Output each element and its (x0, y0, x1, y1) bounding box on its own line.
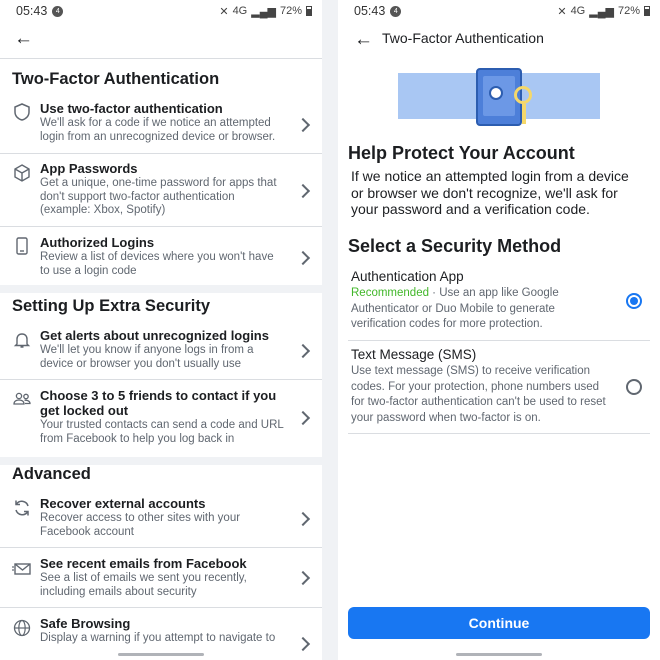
shield-icon (14, 103, 30, 121)
safe-dial (489, 86, 503, 100)
item-desc: We'll ask for a code if we notice an att… (40, 117, 276, 143)
item-title: Recover external accounts (40, 496, 206, 511)
item-desc: Recover access to other sites with your … (40, 512, 241, 538)
item-desc: We'll let you know if anyone logs in fro… (40, 344, 254, 370)
item-title: App Passwords (40, 161, 138, 176)
status-time: 05:43 (16, 4, 48, 18)
key-stem (522, 104, 526, 124)
key-icon (514, 86, 532, 104)
item-title: Authorized Logins (40, 235, 155, 250)
chevron-right-icon (295, 343, 311, 359)
mute-icon: ✕ (219, 5, 229, 18)
continue-button[interactable]: Continue (348, 607, 650, 639)
item-recover-external-accounts[interactable]: Recover external accounts Recover access… (0, 490, 322, 548)
option-text-message[interactable]: Text Message (SMS) Use text message (SMS… (348, 344, 650, 434)
item-authorized-logins[interactable]: Authorized Logins Review a list of devic… (0, 228, 322, 285)
option-title: Text Message (SMS) (351, 347, 477, 362)
status-time: 05:43 (354, 4, 386, 18)
item-trusted-contacts[interactable]: Choose 3 to 5 friends to contact if you … (0, 381, 322, 457)
radio-text-message[interactable] (626, 379, 642, 395)
battery-icon (644, 6, 650, 16)
chevron-right-icon (295, 183, 311, 199)
mute-icon: ✕ (557, 5, 567, 18)
back-arrow-icon[interactable]: ← (14, 29, 33, 48)
row-divider (0, 607, 322, 608)
phone-icon (16, 237, 28, 255)
headline: Help Protect Your Account (348, 143, 575, 163)
people-icon (13, 392, 31, 405)
refresh-icon (15, 500, 29, 516)
intro-text: If we notice an attempted login from a d… (351, 168, 629, 217)
chevron-right-icon (295, 511, 311, 527)
item-desc: See a list of emails we sent you recentl… (40, 572, 247, 598)
item-title: See recent emails from Facebook (40, 556, 247, 571)
option-title: Authentication App (351, 269, 464, 284)
item-title: Choose 3 to 5 friends to contact if you … (40, 388, 277, 418)
option-desc: Recommended · Use an app like Google Aut… (351, 286, 608, 333)
chevron-right-icon (295, 410, 311, 426)
status-bar: 05:43 4 ✕ 4G ▂▄▆ 72% (338, 0, 660, 22)
chevron-right-icon (295, 250, 311, 266)
page-title: Two-Factor Authentication (382, 30, 544, 46)
back-arrow-icon[interactable]: ← (354, 30, 373, 49)
section-title-two-factor: Two-Factor Authentication (12, 70, 220, 88)
battery-percent: 72% (279, 5, 302, 17)
status-bar: 05:43 4 ✕ 4G ▂▄▆ 72% (0, 0, 322, 22)
notification-badge: 4 (52, 5, 64, 17)
globe-icon (13, 619, 31, 637)
bell-icon (13, 333, 31, 348)
notification-badge: 4 (390, 5, 402, 17)
section-divider (0, 457, 322, 465)
option-divider (348, 340, 650, 341)
option-divider (348, 433, 650, 434)
method-title: Select a Security Method (348, 236, 562, 256)
section-title-extra-security: Setting Up Extra Security (12, 297, 211, 315)
status-icons: ✕ 4G ▂▄▆ 72% (557, 5, 650, 18)
row-divider (0, 153, 322, 154)
network-label: 4G (570, 5, 586, 17)
item-desc: Display a warning if you attempt to navi… (40, 632, 276, 644)
option-desc: Use text message (SMS) to receive verifi… (351, 365, 606, 424)
recommended-label: Recommended (351, 287, 429, 299)
option-authentication-app[interactable]: Authentication App Recommended · Use an … (348, 266, 650, 341)
item-desc: Review a list of devices where you won't… (40, 251, 274, 277)
row-divider (0, 226, 322, 227)
item-app-passwords[interactable]: App Passwords Get a unique, one-time pas… (0, 155, 322, 227)
signal-icon: ▂▄▆ (251, 5, 276, 18)
item-desc: Get a unique, one-time password for apps… (40, 177, 277, 216)
row-divider (0, 547, 322, 548)
screen-gutter (322, 0, 338, 660)
item-unrecognized-login-alerts[interactable]: Get alerts about unrecognized logins We'… (0, 322, 322, 380)
item-title: Safe Browsing (40, 616, 131, 631)
row-divider (0, 379, 322, 380)
item-title: Get alerts about unrecognized logins (40, 328, 269, 343)
signal-icon: ▂▄▆ (589, 5, 614, 18)
item-desc: Your trusted contacts can send a code an… (40, 419, 284, 445)
item-recent-emails[interactable]: See recent emails from Facebook See a li… (0, 549, 322, 608)
home-indicator[interactable] (118, 653, 204, 656)
battery-icon (306, 6, 312, 16)
section-divider (0, 285, 322, 293)
chevron-right-icon (295, 636, 311, 652)
radio-authentication-app[interactable] (626, 293, 642, 309)
item-title: Use two-factor authentication (40, 101, 223, 116)
cube-icon (14, 164, 30, 182)
chevron-right-icon (295, 570, 311, 586)
network-label: 4G (232, 5, 248, 17)
item-use-two-factor[interactable]: Use two-factor authentication We'll ask … (0, 96, 322, 154)
section-title-advanced: Advanced (12, 465, 91, 483)
battery-percent: 72% (617, 5, 640, 17)
security-settings-panel: 05:43 4 ✕ 4G ▂▄▆ 72% ← Two-Factor Authen… (0, 0, 322, 660)
header-divider (0, 58, 322, 59)
home-indicator[interactable] (456, 653, 542, 656)
two-factor-setup-panel: 05:43 4 ✕ 4G ▂▄▆ 72% ← Two-Factor Authen… (338, 0, 660, 660)
mail-icon (12, 563, 31, 575)
status-icons: ✕ 4G ▂▄▆ 72% (219, 5, 312, 18)
chevron-right-icon (295, 117, 311, 133)
